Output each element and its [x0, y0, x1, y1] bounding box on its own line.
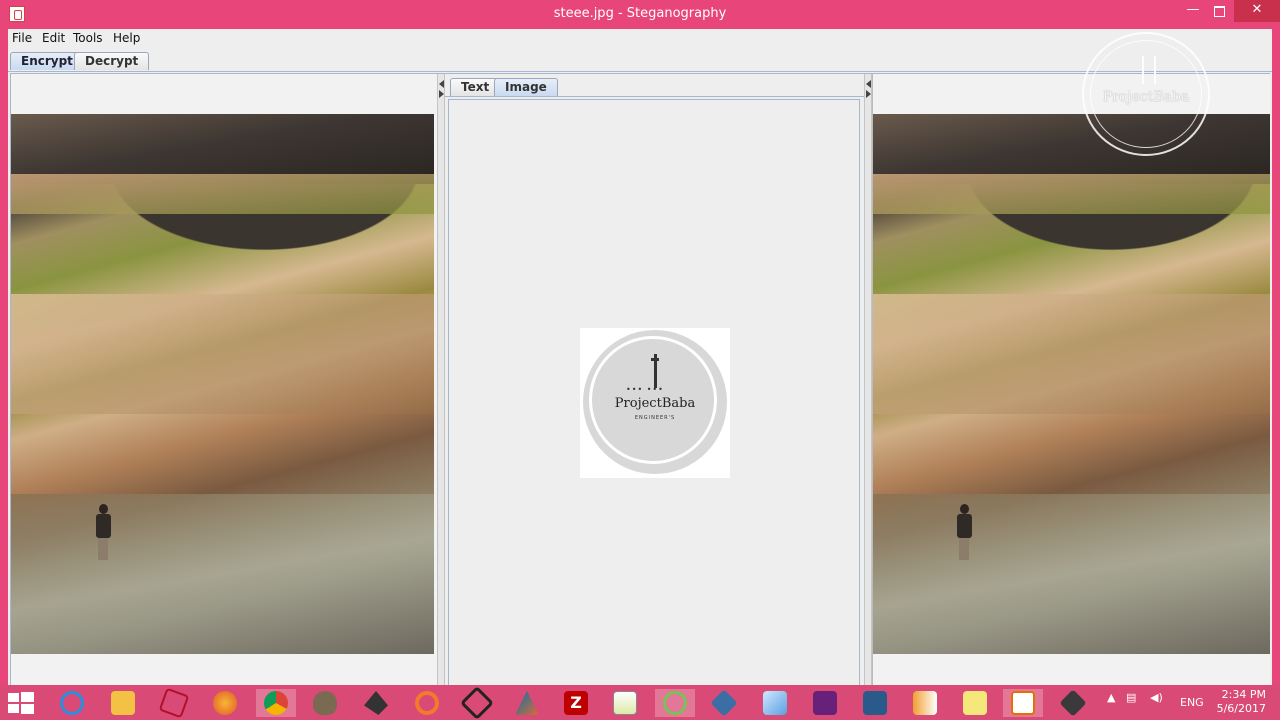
inkscape-icon[interactable] — [356, 689, 396, 717]
volume-icon[interactable]: ◀) — [1150, 691, 1163, 704]
tab-text[interactable]: Text — [450, 78, 501, 96]
tab-image[interactable]: Image — [494, 78, 558, 96]
file-explorer-icon[interactable] — [103, 689, 143, 717]
file-transfer-icon[interactable] — [905, 689, 945, 717]
projectbaba-watermark: ProjectBaba — [1082, 32, 1210, 156]
expand-right-icon[interactable] — [439, 90, 444, 98]
internet-explorer-icon[interactable] — [52, 689, 92, 717]
visual-studio-icon[interactable] — [805, 689, 845, 717]
cube-app-icon[interactable] — [755, 689, 795, 717]
maximize-button[interactable] — [1204, 0, 1234, 22]
gimp-icon[interactable] — [305, 689, 345, 717]
java-icon[interactable] — [1003, 689, 1043, 717]
encrypt-panel: Text Image ••• ••• ProjectBaba ENGINEER'… — [10, 73, 1270, 686]
left-splitter[interactable] — [437, 74, 445, 686]
menu-help[interactable]: Help — [113, 31, 140, 45]
network-icon[interactable]: ▤ — [1126, 691, 1136, 704]
payload-tab-bar: Text Image — [445, 74, 864, 97]
mysql-workbench-icon[interactable] — [855, 689, 895, 717]
taskbar: Z ▲ ▤ ◀) ENG 2:34 PM 5/6/2017 — [0, 685, 1280, 720]
main-tab-bar: Encrypt Decrypt — [8, 49, 1272, 72]
collapse-left-icon[interactable] — [439, 80, 444, 88]
unity-icon[interactable] — [457, 686, 497, 720]
chrome-icon[interactable] — [256, 689, 296, 717]
app-red-tool-icon[interactable] — [154, 687, 194, 719]
matlab-icon[interactable] — [507, 689, 547, 717]
collapse-left-icon[interactable] — [866, 80, 871, 88]
sticky-notes-icon[interactable] — [955, 689, 995, 717]
hidden-image: ••• ••• ProjectBaba ENGINEER'S — [580, 328, 730, 478]
clock[interactable]: 2:34 PM 5/6/2017 — [1217, 688, 1266, 716]
stego-image-panel[interactable] — [872, 74, 1270, 686]
virtualbox-icon[interactable] — [704, 689, 744, 717]
hiker-figure — [94, 504, 112, 560]
tab-decrypt[interactable]: Decrypt — [74, 52, 150, 70]
logo-tagline: ENGINEER'S — [634, 415, 676, 421]
close-button[interactable]: ✕ — [1234, 0, 1280, 22]
title-bar: steee.jpg - Steganography — ✕ — [0, 0, 1280, 29]
blender-icon[interactable] — [407, 689, 447, 717]
cover-image — [11, 114, 434, 654]
hiker-figure — [955, 504, 973, 560]
pen-icon — [651, 354, 659, 388]
tray-expand-icon[interactable]: ▲ — [1107, 691, 1115, 704]
language-indicator[interactable]: ENG — [1180, 696, 1204, 709]
right-splitter[interactable] — [864, 74, 872, 686]
menu-bar: File Edit Tools Help — [8, 29, 1272, 49]
watermark-text: ProjectBaba — [1102, 89, 1190, 105]
python-app-icon[interactable] — [1053, 689, 1093, 717]
start-button[interactable] — [8, 692, 34, 714]
menu-edit[interactable]: Edit — [42, 31, 65, 45]
expand-right-icon[interactable] — [866, 90, 871, 98]
clock-time: 2:34 PM — [1221, 688, 1266, 701]
payload-panel: Text Image ••• ••• ProjectBaba ENGINEER'… — [445, 74, 864, 686]
pen-icon — [1142, 56, 1156, 84]
logo-dots-left: ••• ••• — [626, 385, 664, 394]
tab-encrypt[interactable]: Encrypt — [10, 52, 84, 70]
cover-image-panel[interactable] — [11, 74, 438, 686]
maximize-icon — [1213, 6, 1225, 17]
filezilla-icon[interactable]: Z — [556, 689, 596, 717]
chart-app-icon[interactable] — [605, 689, 645, 717]
menu-file[interactable]: File — [12, 31, 32, 45]
clock-date: 5/6/2017 — [1216, 702, 1266, 715]
android-studio-icon[interactable] — [655, 689, 695, 717]
app-window: File Edit Tools Help Encrypt Decrypt Tex… — [8, 29, 1272, 686]
menu-tools[interactable]: Tools — [73, 31, 103, 45]
window-title: steee.jpg - Steganography — [553, 6, 727, 21]
firefox-icon[interactable] — [205, 689, 245, 717]
logo-brand-text: ProjectBaba — [614, 396, 696, 411]
stego-image — [873, 114, 1270, 654]
payload-image-area[interactable]: ••• ••• ProjectBaba ENGINEER'S — [448, 99, 860, 686]
